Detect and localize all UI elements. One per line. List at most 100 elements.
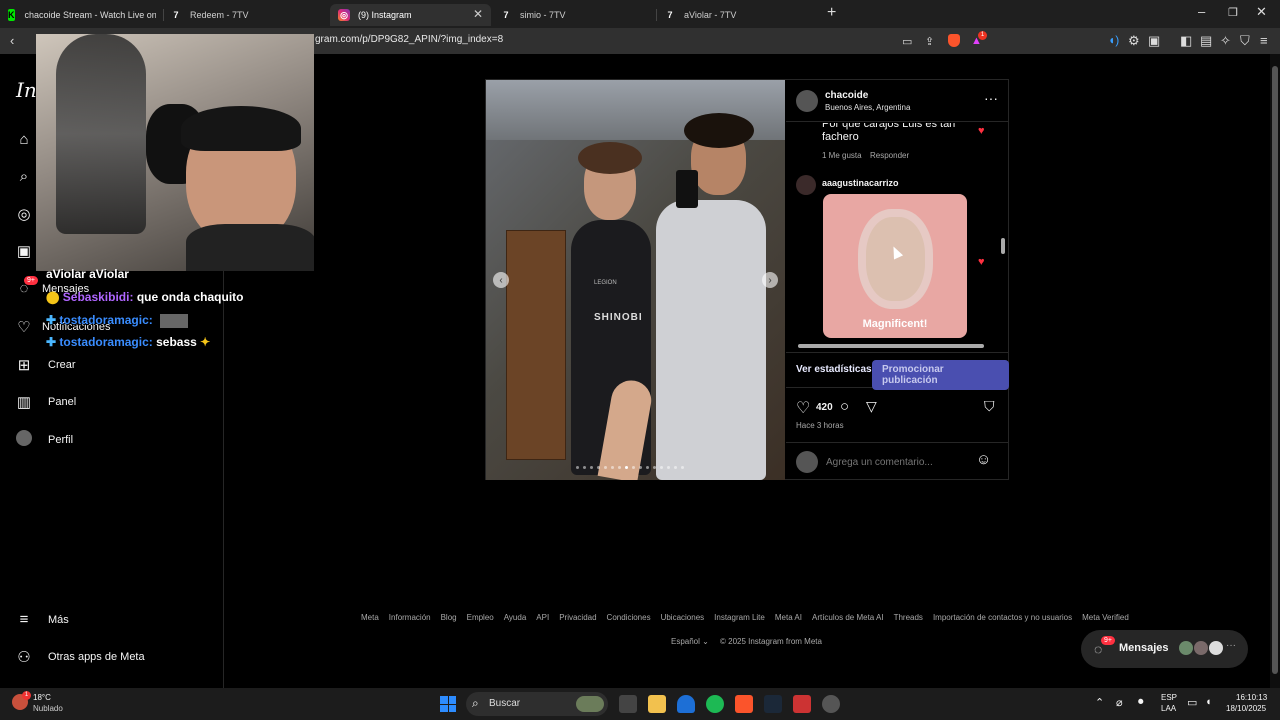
nav-profile[interactable]: Perfil <box>14 430 73 450</box>
brave-icon[interactable] <box>735 695 753 713</box>
share-icon[interactable]: ▽ <box>866 398 877 415</box>
clock-date[interactable]: 18/10/2025 <box>1226 704 1266 713</box>
footer-link[interactable]: Meta AI <box>775 613 802 622</box>
footer-link[interactable]: Importación de contactos y no usuarios <box>933 613 1072 622</box>
footer-link[interactable]: Condiciones <box>607 613 651 622</box>
menu-icon: ≡ <box>19 611 29 628</box>
author-name[interactable]: chacoide <box>825 90 868 101</box>
footer-link[interactable]: Empleo <box>467 613 494 622</box>
close-window-icon[interactable]: ✕ <box>1256 4 1267 20</box>
like-count[interactable]: 420 <box>816 402 833 413</box>
sidebar-toggle-icon[interactable]: ◧ <box>1180 33 1192 49</box>
tab-simio-7tv[interactable]: 7 simio - 7TV <box>500 4 650 26</box>
mic-icon[interactable]: ⏺ <box>1138 696 1144 709</box>
comment-like-icon[interactable]: ♥ <box>978 256 985 268</box>
next-image-button[interactable]: › <box>762 272 778 288</box>
prev-image-button[interactable]: ‹ <box>493 272 509 288</box>
task-view-icon[interactable] <box>619 695 637 713</box>
author-avatar[interactable] <box>796 90 818 112</box>
more-options-icon[interactable]: ··· <box>984 90 998 106</box>
promote-button[interactable]: Promocionar publicación <box>872 360 1009 390</box>
file-explorer-icon[interactable] <box>648 695 666 713</box>
tray-chevron-icon[interactable]: ⌃ <box>1095 696 1104 709</box>
comment-likes[interactable]: 1 Me gusta <box>822 151 862 160</box>
avatar <box>1179 641 1193 655</box>
badge-icon: ✚ <box>46 313 57 327</box>
chevron-down-icon: ⌄ <box>702 637 709 646</box>
footer-link[interactable]: Ayuda <box>504 613 527 622</box>
footer-link[interactable]: Instagram Lite <box>714 613 765 622</box>
commenter-avatar[interactable] <box>796 175 816 195</box>
nav-meta-apps[interactable]: ⚇ Otras apps de Meta <box>14 648 144 666</box>
vpn-shield-icon[interactable]: ⛉ <box>1240 33 1250 49</box>
footer-link[interactable]: Meta Verified <box>1082 613 1129 622</box>
wallet-icon[interactable]: ▣ <box>1148 33 1160 49</box>
app2-icon[interactable] <box>822 695 840 713</box>
new-tab-button[interactable]: + <box>827 4 836 22</box>
comment-input[interactable] <box>826 453 966 471</box>
nav-create[interactable]: ⊞ Crear <box>14 356 76 374</box>
windows-taskbar: 1 18°C Nublado ⌕ Buscar ⌃ ⌀ ⏺ ESP LAA ▭ … <box>0 688 1280 720</box>
back-icon[interactable]: ‹ <box>10 33 14 48</box>
post-location[interactable]: Buenos Aires, Argentina <box>825 103 910 112</box>
footer-link[interactable]: Artículos de Meta AI <box>812 613 884 622</box>
post-photo[interactable]: SHINOBI LEGION ‹ › <box>486 80 785 480</box>
tab-instagram[interactable]: ◎ (9) Instagram ✕ <box>330 4 491 26</box>
footer-link[interactable]: Meta <box>361 613 379 622</box>
share-icon[interactable]: ⇪ <box>925 35 934 48</box>
nav-panel[interactable]: ▥ Panel <box>14 393 76 411</box>
windows-start-icon[interactable] <box>440 696 456 712</box>
audio-icon[interactable]: ◖) <box>1108 33 1119 47</box>
tab-kick-stream[interactable]: K chacoide Stream - Watch Live on <box>8 4 156 26</box>
shirt-text: SHINOBI <box>594 312 643 323</box>
wallet2-icon[interactable]: ▤ <box>1200 33 1212 49</box>
comment-reply[interactable]: Responder <box>870 151 909 160</box>
maximize-icon[interactable]: ❐ <box>1228 6 1238 19</box>
footer-link[interactable]: Threads <box>894 613 923 622</box>
hair <box>181 106 301 151</box>
messages-pill[interactable]: ◌ 9+ Mensajes ··· <box>1081 630 1248 668</box>
comment-like-icon[interactable]: ♥ <box>978 125 985 137</box>
nav-more[interactable]: ≡ Más <box>14 611 69 628</box>
volume-icon[interactable]: ◖ <box>1205 696 1212 708</box>
spotify-icon[interactable] <box>706 695 724 713</box>
comments-scrollbar[interactable] <box>1000 123 1007 338</box>
save-icon[interactable]: ⛉ <box>984 398 995 415</box>
brave-shields-icon[interactable] <box>948 34 960 47</box>
tab-aviolar-7tv[interactable]: 7 aViolar - 7TV <box>664 4 814 26</box>
emoji-icon[interactable]: ☺ <box>976 451 991 468</box>
comment-icon[interactable]: ○ <box>840 398 849 415</box>
app-icon[interactable] <box>793 695 811 713</box>
menu-icon[interactable]: ≡ <box>1260 33 1268 48</box>
weather-badge: 1 <box>22 691 31 700</box>
footer-link[interactable]: Blog <box>441 613 457 622</box>
taskbar-search[interactable]: ⌕ Buscar <box>466 692 608 716</box>
tab-redeem-7tv[interactable]: 7 Redeem - 7TV <box>170 4 320 26</box>
insights-button[interactable]: Ver estadísticas <box>796 364 872 375</box>
cast-icon[interactable]: ▭ <box>902 35 912 48</box>
display-icon[interactable]: ▭ <box>1187 696 1197 709</box>
footer-link[interactable]: API <box>536 613 549 622</box>
lang-label[interactable]: ESP <box>1161 693 1177 702</box>
7tv-icon: 7 <box>667 10 673 20</box>
language-select[interactable]: Español ⌄ <box>671 637 709 646</box>
lang-label-2[interactable]: LAA <box>1161 704 1176 713</box>
footer-link[interactable]: Información <box>389 613 431 622</box>
like-icon[interactable]: ♡ <box>796 398 810 418</box>
url-field[interactable]: gram.com/p/DP9G82_APIN/?img_index=8 <box>315 34 503 45</box>
minimize-icon[interactable]: – <box>1198 4 1205 19</box>
weather-temp: 18°C <box>33 693 51 702</box>
footer-link[interactable]: Privacidad <box>559 613 596 622</box>
close-tab-icon[interactable]: ✕ <box>473 7 483 21</box>
clock-time[interactable]: 16:10:13 <box>1236 693 1267 702</box>
footer-link[interactable]: Ubicaciones <box>661 613 705 622</box>
emote-icon <box>160 313 189 328</box>
steam-icon[interactable] <box>764 695 782 713</box>
bing-icon[interactable] <box>677 695 695 713</box>
commenter-name[interactable]: aaagustinacarrizo <box>822 178 899 188</box>
network-off-icon[interactable]: ⌀ <box>1116 696 1123 709</box>
horizontal-scrollbar[interactable] <box>790 344 1000 349</box>
leo-ai-icon[interactable]: ✧ <box>1220 33 1231 49</box>
extensions-icon[interactable]: ⚙ <box>1128 33 1140 49</box>
page-scrollbar[interactable] <box>1270 54 1280 688</box>
